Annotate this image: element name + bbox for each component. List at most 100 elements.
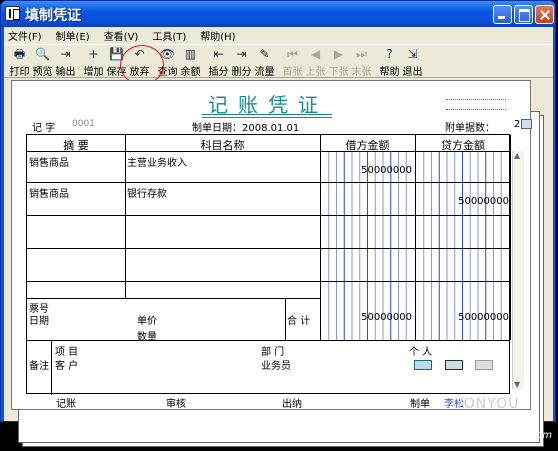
menu-voucher[interactable]: 制单(E) [56, 28, 90, 43]
voucher-sheet: 记账凭证 记 字 0001 制单日期：2008.01.01 附单据数： 2 摘 … [11, 80, 532, 410]
header-account: 科目名称 [200, 139, 245, 152]
app-icon [5, 6, 20, 21]
row2-account[interactable]: 银行存款 [127, 185, 167, 200]
row1-debit[interactable]: 50000000 [320, 165, 412, 176]
toolbar-label: 流量 [254, 67, 275, 78]
maximize-button[interactable] [514, 5, 533, 24]
menu-bar: 文件(F) 制单(E) 查看(V) 工具(T) 帮助(H) [4, 27, 553, 43]
menu-help[interactable]: 帮助(H) [200, 28, 235, 43]
salesperson-label: 业务员 [261, 361, 291, 372]
toolbar-label: 退出 [402, 67, 423, 78]
menu-file[interactable]: 文件(F) [8, 28, 42, 43]
exit-icon: ⇲ [407, 47, 418, 61]
help-button[interactable]: ? 帮助 [378, 45, 401, 79]
row2-summary[interactable]: 销售商品 [29, 185, 69, 200]
close-button[interactable] [535, 5, 554, 24]
exit-button[interactable]: ⇲ 退出 [401, 45, 424, 79]
person-label: 个 人 [409, 347, 433, 358]
help-icon: ? [386, 47, 393, 61]
watermark-logo: YONYOU [455, 396, 520, 412]
row2-credit[interactable]: 50000000 [415, 196, 509, 207]
row-separator [27, 215, 509, 216]
delete-row-button[interactable]: ⇥ 删分 [230, 45, 253, 79]
insert-row-icon: ⇤ [213, 47, 224, 61]
toolbar-label: 下张 [328, 67, 349, 78]
attachment-label: 附单据数： [445, 123, 495, 134]
toolbar-label: 插分 [208, 67, 229, 78]
menu-tools[interactable]: 工具(T) [152, 28, 186, 43]
dotted-line [446, 99, 506, 100]
bar-chart-button[interactable]: ▥ 余额 [179, 45, 202, 79]
export-button[interactable]: ⇥ 输出 [54, 45, 77, 79]
client-area: 文件(F) 制单(E) 查看(V) 工具(T) 帮助(H) 🖶 打印 🔍 预览 ⇥ 输出 +… [4, 27, 553, 447]
row-separator [27, 340, 509, 341]
card-icon[interactable] [414, 360, 432, 370]
toolbar-label: 末张 [351, 67, 372, 78]
first-icon: ⏮ [287, 47, 298, 61]
toolbar-label: 预览 [32, 67, 53, 78]
prev-icon: ◀ [310, 47, 321, 61]
row-separator [27, 281, 509, 282]
customer-label: 客 户 [55, 361, 79, 372]
title-underline [202, 114, 332, 115]
toolbar-label: 上张 [305, 67, 326, 78]
grid-header: 摘 要 科目名称 借方金额 贷方金额 [27, 135, 509, 152]
row-separator [27, 182, 509, 183]
watermark: YongyouShop.com [460, 430, 552, 441]
card-icon[interactable] [475, 360, 493, 370]
maker-label: 制单 [410, 399, 430, 410]
save-button[interactable]: 💾 保存 [105, 45, 128, 79]
card-icon[interactable] [445, 360, 463, 370]
total-label: 合 计 [287, 316, 311, 327]
dotted-line [446, 109, 506, 110]
menu-view[interactable]: 查看(V) [104, 28, 139, 43]
row-separator [27, 248, 509, 249]
last-button[interactable]: ⏭ 末张 [350, 45, 373, 79]
project-label: 项 目 [55, 347, 79, 358]
row-separator [27, 298, 320, 299]
bar-chart-icon: ▥ [184, 47, 197, 61]
audit-label: 审核 [166, 399, 186, 410]
attachment-count[interactable]: 2 [514, 119, 520, 130]
delete-row-icon: ⇥ [236, 47, 247, 61]
voucher-grid: 摘 要 科目名称 借方金额 贷方金额 销售商品 主营业务收入 50000000 … [26, 134, 511, 395]
insert-row-button[interactable]: ⇤ 插分 [207, 45, 230, 79]
preview-icon: 🔍 [35, 47, 50, 61]
first-button[interactable]: ⏮ 首张 [281, 45, 304, 79]
toolbar: 🖶 打印 🔍 预览 ⇥ 输出 + 增加 💾 保存 ↶ 放弃 👁 查询 ▥ 余额 ⇤ 插分 ⇥ 删分 ✎ 流量 ⏮ 首张 ◀ 上张 ▶… [4, 44, 553, 78]
row1-account[interactable]: 主营业务收入 [127, 154, 187, 169]
toolbar-label: 增加 [83, 67, 104, 78]
voucher-number[interactable]: 0001 [72, 119, 95, 129]
header-summary: 摘 要 [63, 139, 89, 152]
preview-button[interactable]: 🔍 预览 [31, 45, 54, 79]
next-icon: ▶ [333, 47, 344, 61]
flow-icon: ✎ [259, 47, 270, 61]
add-button[interactable]: + 增加 [82, 45, 105, 79]
voucher-date[interactable]: 制单日期：2008.01.01 [192, 119, 299, 134]
toolbar-label: 保存 [106, 67, 127, 78]
undo-icon: ↶ [134, 47, 145, 61]
toolbar-label: 余额 [180, 67, 201, 78]
undo-button[interactable]: ↶ 放弃 [128, 45, 151, 79]
print-icon: 🖶 [13, 47, 26, 61]
magnifier-icon[interactable] [521, 119, 532, 129]
minimize-button[interactable] [493, 5, 512, 24]
voucher-window: 填制凭证 文件(F) 制单(E) 查看(V) 工具(T) 帮助(H) 🖶 打印 🔍 预… [0, 0, 556, 447]
toolbar-label: 帮助 [379, 67, 400, 78]
total-credit: 50000000 [458, 312, 509, 323]
add-icon: + [88, 47, 99, 61]
print-button[interactable]: 🖶 打印 [8, 45, 31, 79]
prev-button[interactable]: ◀ 上张 [304, 45, 327, 79]
toolbar-label: 打印 [9, 67, 30, 78]
flow-button[interactable]: ✎ 流量 [253, 45, 276, 79]
col-divider [51, 340, 52, 395]
binoculars-button[interactable]: 👁 查询 [156, 45, 179, 79]
toolbar-label: 放弃 [129, 67, 150, 78]
title-bar: 填制凭证 [1, 1, 555, 27]
total-debit: 50000000 [361, 312, 412, 323]
next-button[interactable]: ▶ 下张 [327, 45, 350, 79]
row1-summary[interactable]: 销售商品 [29, 154, 69, 169]
vertical-scrollbar[interactable] [512, 151, 524, 389]
title-underline [202, 117, 332, 118]
save-icon: 💾 [109, 47, 124, 61]
